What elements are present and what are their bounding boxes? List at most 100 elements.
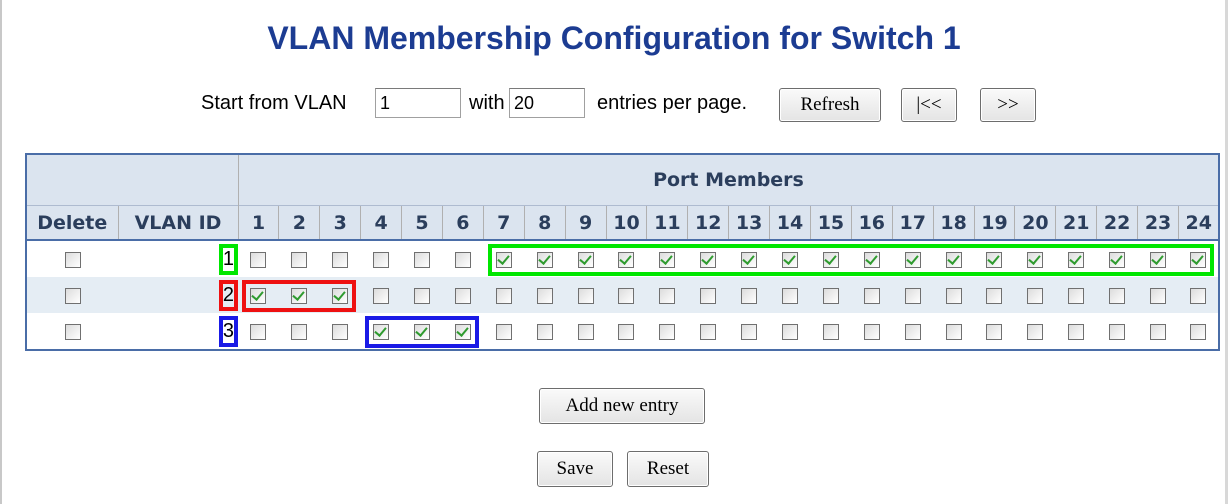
port-member-cell [401,239,443,277]
port-member-checkbox[interactable] [1150,324,1167,340]
port-member-checkbox[interactable] [454,288,471,304]
add-new-entry-button[interactable]: Add new entry [539,388,705,424]
port-member-checkbox[interactable] [414,288,430,304]
port-member-checkbox[interactable] [782,288,799,304]
port-member-checkbox[interactable] [700,252,717,268]
port-member-checkbox[interactable] [250,288,267,304]
delete-checkbox[interactable] [64,288,81,304]
port-member-checkbox[interactable] [291,324,308,340]
port-member-checkbox[interactable] [373,288,390,304]
port-member-checkbox[interactable] [741,288,758,304]
port-member-checkbox[interactable] [454,252,471,268]
port-member-checkbox[interactable] [945,288,962,304]
port-member-checkbox[interactable] [700,324,717,340]
port-member-checkbox[interactable] [373,324,390,340]
port-member-checkbox[interactable] [1068,252,1085,268]
port-member-checkbox[interactable] [332,324,349,340]
port-member-checkbox[interactable] [291,288,308,304]
port-member-checkbox[interactable] [822,252,839,268]
port-member-cell [892,313,933,350]
port-member-checkbox[interactable] [618,252,635,268]
port-member-checkbox[interactable] [618,288,635,304]
port-member-checkbox[interactable] [618,324,635,340]
port-member-checkbox[interactable] [659,252,676,268]
port-member-checkbox[interactable] [1190,324,1207,340]
port-member-checkbox[interactable] [700,288,717,304]
port-member-cell [1178,277,1220,313]
port-member-checkbox[interactable] [741,252,758,268]
port-member-cell [483,313,524,350]
vlan-id-cell: 1 [118,239,238,277]
port-member-checkbox[interactable] [822,324,839,340]
port-member-checkbox[interactable] [904,288,921,304]
port-member-checkbox[interactable] [782,252,799,268]
port-member-checkbox[interactable] [741,324,758,340]
next-page-button[interactable]: >> [980,88,1036,122]
port-member-cell [565,277,607,313]
port-member-checkbox[interactable] [291,252,308,268]
delete-checkbox[interactable] [64,324,81,340]
port-member-checkbox[interactable] [577,324,594,340]
port-member-cell [238,277,279,313]
port-member-checkbox[interactable] [495,288,512,304]
port-member-checkbox[interactable] [659,288,676,304]
port-member-checkbox[interactable] [332,288,349,304]
port-members-header: Port Members [237,154,1220,206]
refresh-button[interactable]: Refresh [779,88,881,122]
port-member-checkbox[interactable] [332,252,349,268]
port-member-checkbox[interactable] [986,252,1003,268]
entries-per-page-input[interactable] [509,88,585,118]
port-member-checkbox[interactable] [822,288,839,304]
port-member-checkbox[interactable] [1027,252,1044,268]
port-member-checkbox[interactable] [373,252,390,268]
port-column-header: 23 [1137,205,1179,240]
port-member-checkbox[interactable] [1109,288,1126,304]
port-member-checkbox[interactable] [536,288,553,304]
delete-checkbox[interactable] [64,252,81,268]
port-member-cell [729,313,770,350]
port-member-checkbox[interactable] [495,324,512,340]
port-member-checkbox[interactable] [1150,288,1167,304]
port-member-checkbox[interactable] [1027,324,1044,340]
port-member-checkbox[interactable] [945,324,962,340]
port-member-checkbox[interactable] [1068,324,1085,340]
port-member-checkbox[interactable] [250,324,267,340]
vlan-id-cell: 2 [118,277,238,313]
port-member-checkbox[interactable] [1109,324,1126,340]
port-member-checkbox[interactable] [536,252,553,268]
port-member-checkbox[interactable] [414,324,430,340]
port-member-checkbox[interactable] [1190,288,1207,304]
port-member-cell [442,277,484,313]
port-column-header: 7 [482,205,525,240]
port-member-checkbox[interactable] [1027,288,1044,304]
port-member-checkbox[interactable] [577,288,594,304]
port-column-header: 4 [360,205,402,240]
port-member-checkbox[interactable] [1150,252,1167,268]
port-member-checkbox[interactable] [945,252,962,268]
port-member-checkbox[interactable] [414,252,430,268]
start-vlan-input[interactable] [375,88,461,118]
port-member-checkbox[interactable] [250,252,267,268]
port-member-checkbox[interactable] [863,252,880,268]
port-member-checkbox[interactable] [1068,288,1085,304]
port-member-checkbox[interactable] [536,324,553,340]
first-page-button[interactable]: |<< [901,88,957,122]
port-member-cell [770,313,811,350]
port-member-checkbox[interactable] [986,324,1003,340]
port-member-checkbox[interactable] [782,324,799,340]
port-member-checkbox[interactable] [863,288,880,304]
port-member-checkbox[interactable] [495,252,512,268]
port-member-checkbox[interactable] [863,324,880,340]
entries-per-page-label: entries per page. [597,92,748,114]
port-member-checkbox[interactable] [986,288,1003,304]
port-member-checkbox[interactable] [577,252,594,268]
port-column-header: 15 [809,205,852,240]
port-member-checkbox[interactable] [1190,252,1207,268]
port-member-checkbox[interactable] [659,324,676,340]
reset-button[interactable]: Reset [627,451,709,487]
save-button[interactable]: Save [537,451,613,487]
port-member-checkbox[interactable] [1109,252,1126,268]
port-member-checkbox[interactable] [904,252,921,268]
port-member-checkbox[interactable] [454,324,471,340]
port-member-checkbox[interactable] [904,324,921,340]
